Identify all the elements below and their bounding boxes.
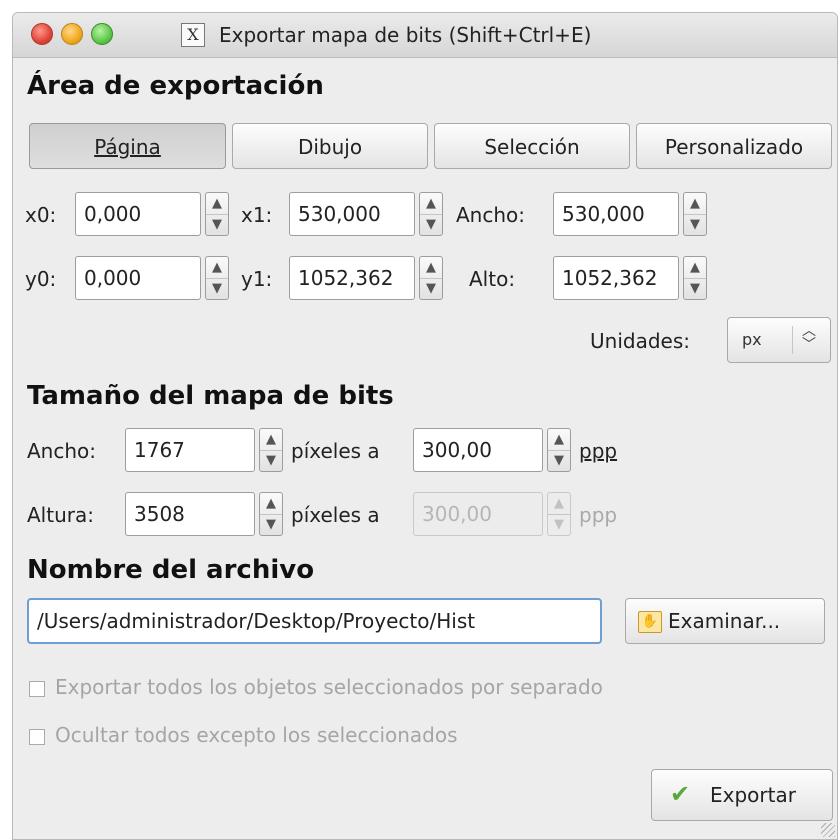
spin-down-icon[interactable]: ▼: [260, 514, 282, 535]
units-value: px: [742, 330, 762, 349]
bitmap-height-input[interactable]: 3508: [125, 492, 255, 536]
dpi-height-stepper: ▲ ▼: [547, 492, 571, 536]
batch-export-checkbox[interactable]: Exportar todos los objetos seleccionados…: [29, 675, 603, 699]
x11-app-icon: X: [181, 23, 205, 47]
spin-up-icon[interactable]: ▲: [548, 429, 570, 451]
batch-export-label: Exportar todos los objetos seleccionados…: [55, 675, 603, 699]
spin-up-icon[interactable]: ▲: [260, 493, 282, 515]
spin-up-icon[interactable]: ▲: [206, 257, 228, 279]
spin-down-icon[interactable]: ▼: [260, 450, 282, 471]
dpi-width-unit: ppp: [579, 439, 618, 463]
spin-up-icon[interactable]: ▲: [420, 257, 442, 279]
height-area-stepper[interactable]: ▲ ▼: [683, 256, 707, 300]
width-area-spinbox[interactable]: 530,000 ▲ ▼: [553, 192, 707, 236]
export-dialog: X Exportar mapa de bits (Shift+Ctrl+E) Á…: [12, 12, 838, 840]
units-select[interactable]: px ︿ ﹀: [727, 317, 831, 363]
area-drawing-button[interactable]: Dibujo: [232, 123, 428, 169]
spin-up-icon: ▲: [548, 493, 570, 515]
export-area-heading: Área de exportación: [27, 71, 324, 101]
filename-heading: Nombre del archivo: [27, 555, 315, 585]
spin-up-icon[interactable]: ▲: [206, 193, 228, 215]
x0-label: x0:: [25, 203, 57, 227]
bitmap-height-spinbox[interactable]: 3508 ▲ ▼: [125, 492, 285, 536]
x1-stepper[interactable]: ▲ ▼: [419, 192, 443, 236]
dpi-height-spinbox: 300,00 ▲ ▼: [413, 492, 571, 536]
spin-down-icon[interactable]: ▼: [206, 278, 228, 299]
x1-label: x1:: [241, 203, 273, 227]
y1-label: y1:: [241, 267, 273, 291]
hide-others-label: Ocultar todos excepto los seleccionados: [55, 723, 458, 747]
y1-input[interactable]: 1052,362: [289, 256, 415, 300]
dpi-height-unit: ppp: [579, 503, 618, 527]
height-area-label: Alto:: [469, 267, 516, 291]
height-area-input[interactable]: 1052,362: [553, 256, 679, 300]
minimize-button[interactable]: [61, 23, 83, 45]
hide-others-checkbox[interactable]: Ocultar todos excepto los seleccionados: [29, 723, 458, 747]
browse-label: Examinar...: [668, 609, 781, 633]
dpi-height-input: 300,00: [413, 492, 543, 536]
dpi-width-spinbox[interactable]: 300,00 ▲ ▼: [413, 428, 571, 472]
spin-down-icon[interactable]: ▼: [206, 214, 228, 235]
export-label: Exportar: [710, 783, 796, 807]
area-page-button[interactable]: Página: [29, 123, 226, 169]
area-custom-button[interactable]: Personalizado: [636, 123, 832, 169]
width-area-label: Ancho:: [456, 203, 526, 227]
height-area-spinbox[interactable]: 1052,362 ▲ ▼: [553, 256, 707, 300]
spin-up-icon[interactable]: ▲: [260, 429, 282, 451]
select-divider: [792, 326, 793, 354]
spin-down-icon[interactable]: ▼: [684, 214, 706, 235]
x0-input[interactable]: 0,000: [75, 192, 201, 236]
bitmap-height-stepper[interactable]: ▲ ▼: [259, 492, 283, 536]
export-button[interactable]: ✔ Exportar: [651, 769, 833, 821]
width-area-stepper[interactable]: ▲ ▼: [683, 192, 707, 236]
checkbox-box[interactable]: [29, 680, 45, 697]
x0-spinbox[interactable]: 0,000 ▲ ▼: [75, 192, 229, 236]
x1-input[interactable]: 530,000: [289, 192, 415, 236]
x0-stepper[interactable]: ▲ ▼: [205, 192, 229, 236]
maximize-button[interactable]: [91, 23, 113, 45]
filename-input[interactable]: /Users/administrador/Desktop/Proyecto/Hi…: [27, 598, 602, 644]
bitmap-size-heading: Tamaño del mapa de bits: [27, 381, 394, 411]
bitmap-width-input[interactable]: 1767: [125, 428, 255, 472]
browse-button[interactable]: ✋ Examinar...: [625, 598, 825, 644]
units-label: Unidades:: [590, 329, 690, 353]
spin-down-icon: ▼: [554, 517, 564, 532]
resize-grip-icon[interactable]: [821, 823, 835, 837]
width-area-input[interactable]: 530,000: [553, 192, 679, 236]
y0-input[interactable]: 0,000: [75, 256, 201, 300]
spin-up-icon[interactable]: ▲: [420, 193, 442, 215]
folder-hand-icon: ✋: [638, 611, 662, 633]
spin-up-icon[interactable]: ▲: [684, 257, 706, 279]
area-selection-button[interactable]: Selección: [434, 123, 630, 169]
y0-label: y0:: [25, 267, 57, 291]
title-bar: X Exportar mapa de bits (Shift+Ctrl+E): [13, 13, 837, 58]
checkbox-box[interactable]: [29, 728, 45, 745]
bitmap-width-stepper[interactable]: ▲ ▼: [259, 428, 283, 472]
spin-down-icon[interactable]: ▼: [548, 450, 570, 471]
dpi-width-input[interactable]: 300,00: [413, 428, 543, 472]
bitmap-width-unit-text: píxeles a: [291, 439, 380, 463]
dpi-width-stepper[interactable]: ▲ ▼: [547, 428, 571, 472]
spin-down-icon[interactable]: ▼: [420, 214, 442, 235]
y0-stepper[interactable]: ▲ ▼: [205, 256, 229, 300]
y1-spinbox[interactable]: 1052,362 ▲ ▼: [289, 256, 443, 300]
y0-spinbox[interactable]: 0,000 ▲ ▼: [75, 256, 229, 300]
y1-stepper[interactable]: ▲ ▼: [419, 256, 443, 300]
spin-down-icon[interactable]: ▼: [420, 278, 442, 299]
bitmap-width-spinbox[interactable]: 1767 ▲ ▼: [125, 428, 285, 472]
bitmap-height-unit-text: píxeles a: [291, 503, 380, 527]
updown-chevron-icon: ︿ ﹀: [802, 323, 816, 353]
window-title: Exportar mapa de bits (Shift+Ctrl+E): [219, 23, 592, 47]
spin-down-icon[interactable]: ▼: [684, 278, 706, 299]
spin-up-icon[interactable]: ▲: [684, 193, 706, 215]
bitmap-height-label: Altura:: [27, 503, 94, 527]
close-button[interactable]: [31, 23, 53, 45]
checkmark-icon: ✔: [670, 780, 691, 808]
bitmap-width-label: Ancho:: [27, 439, 97, 463]
x1-spinbox[interactable]: 530,000 ▲ ▼: [289, 192, 443, 236]
